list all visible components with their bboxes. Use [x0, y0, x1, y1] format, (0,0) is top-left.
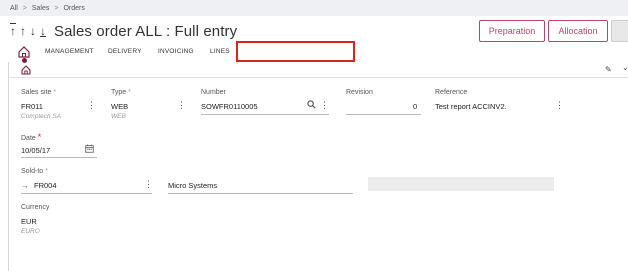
first-record-icon[interactable]: ↑	[10, 24, 16, 38]
breadcrumb-separator: >	[22, 4, 27, 12]
reference-label: Reference	[435, 89, 468, 96]
type-description: WEB	[111, 113, 126, 120]
sold-to-name-field: Micro Systems	[168, 181, 218, 190]
sales-site-label: Sales site *	[21, 89, 57, 96]
required-marker: *	[37, 132, 42, 142]
tab-invoicing[interactable]: INVOICING	[158, 48, 194, 55]
sold-to-field[interactable]: FR004	[34, 181, 57, 190]
tab-management[interactable]: MANAGEMENT	[45, 48, 94, 55]
preparation-button[interactable]: Preparation	[479, 20, 545, 42]
currency-field: EUR	[21, 217, 37, 226]
tab-delivery[interactable]: DELIVERY	[108, 48, 142, 55]
record-navigation: ↑ ↑ ↓ ↓	[10, 24, 46, 38]
sales-site-menu-icon[interactable]: ⋮	[87, 100, 96, 111]
more-actions-button[interactable]	[611, 20, 628, 42]
required-marker: *	[53, 89, 57, 96]
tab-lines[interactable]: LINES	[210, 48, 230, 55]
breadcrumb: All > Sales > Orders	[0, 0, 628, 16]
number-underline	[201, 114, 329, 115]
type-field[interactable]: WEB	[111, 102, 128, 111]
highlight-box	[236, 41, 355, 62]
home-icon[interactable]	[21, 65, 31, 75]
required-marker: *	[128, 89, 131, 96]
type-menu-icon[interactable]: ⋮	[177, 100, 186, 111]
pencil-icon[interactable]: ✎	[605, 65, 612, 74]
revision-underline	[346, 114, 421, 115]
sales-site-description: Comptech SA	[21, 113, 62, 120]
page-title: Sales order ALL : Full entry	[54, 22, 238, 40]
date-field[interactable]: 10/05/17	[21, 146, 50, 155]
date-underline	[21, 157, 97, 158]
number-field[interactable]: SOWFR0110005	[201, 102, 258, 111]
reference-menu-icon[interactable]: ⋮	[555, 100, 564, 111]
home-icon[interactable]	[18, 45, 30, 59]
required-marker: *	[45, 168, 48, 175]
allocation-button[interactable]: Allocation	[548, 20, 608, 42]
chevron-down-icon[interactable]: ⌄	[622, 63, 628, 72]
next-record-icon[interactable]: ↓	[30, 24, 36, 38]
number-label: Number	[201, 89, 226, 96]
last-record-icon[interactable]: ↓	[40, 24, 46, 38]
number-menu-icon[interactable]: ⋮	[320, 100, 329, 111]
previous-record-icon[interactable]: ↑	[20, 24, 26, 38]
sold-to-name-underline	[168, 193, 353, 194]
date-label: Date *	[21, 132, 42, 142]
header-section: ✎ ⌄ Sales site * FR011 ⋮ Comptech SA Typ…	[8, 62, 628, 271]
sold-to-link-icon[interactable]: →	[21, 181, 29, 190]
sold-to-extra-field	[368, 177, 554, 191]
title-row: ↑ ↑ ↓ ↓ Sales order ALL : Full entry	[10, 20, 237, 42]
type-label: Type *	[111, 89, 131, 96]
revision-label: Revision	[346, 89, 373, 96]
sales-site-field[interactable]: FR011	[21, 102, 43, 111]
breadcrumb-orders[interactable]: Orders	[63, 5, 84, 12]
search-icon[interactable]	[307, 100, 316, 109]
currency-label: Currency	[21, 204, 50, 211]
breadcrumb-all[interactable]: All	[10, 5, 18, 12]
sold-to-menu-icon[interactable]: ⋮	[144, 179, 153, 190]
currency-description: EURO	[21, 228, 40, 235]
calendar-icon[interactable]	[85, 144, 94, 153]
revision-field[interactable]: 0	[413, 102, 417, 111]
breadcrumb-separator: >	[54, 4, 59, 12]
sold-to-label: Sold-to *	[21, 168, 48, 175]
reference-field[interactable]: Test report ACCINV2.	[435, 102, 507, 111]
section-header: ✎ ⌄	[9, 62, 628, 78]
breadcrumb-sales[interactable]: Sales	[32, 5, 50, 12]
sold-to-underline	[21, 193, 152, 194]
